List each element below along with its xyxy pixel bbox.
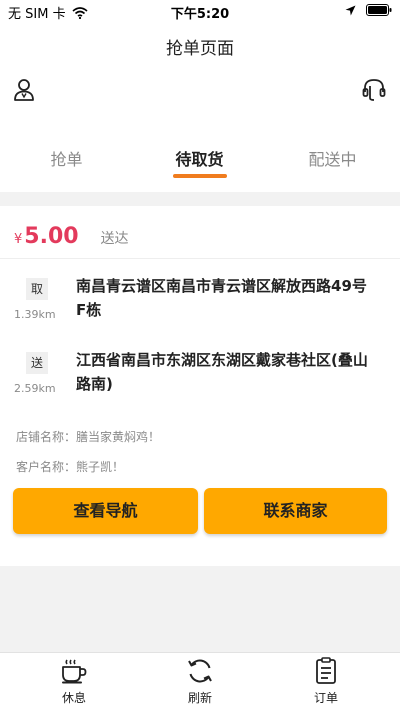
order-tabs: 抢单 待取货 配送中 <box>0 118 400 192</box>
tab-grab-order[interactable]: 抢单 <box>0 146 133 170</box>
divider <box>0 258 400 259</box>
contact-merchant-button[interactable]: 联系商家 <box>204 488 387 534</box>
bottom-tab-orders[interactable]: 订单 <box>296 657 356 706</box>
status-time: 下午5:20 <box>170 7 230 22</box>
header-icon-row <box>0 68 400 118</box>
user-icon <box>14 79 34 101</box>
view-navigation-button[interactable]: 查看导航 <box>13 488 198 534</box>
pickup-address: 南昌青云谱区南昌市青云谱区解放西路49号F栋 <box>76 277 367 319</box>
dropoff-address: 江西省南昌市东湖区东湖区戴家巷社区(叠山路南) <box>76 351 368 393</box>
battery-icon <box>366 4 392 16</box>
bottom-tab-rest-label: 休息 <box>61 691 86 705</box>
bottom-tab-rest[interactable]: 休息 <box>44 657 104 706</box>
bottom-tab-refresh[interactable]: 刷新 <box>170 657 230 706</box>
currency-symbol: ¥ <box>14 232 23 247</box>
coffee-cup-icon <box>62 659 87 684</box>
customer-name-line: 客户名称：熊子凯！ <box>16 460 125 474</box>
delivery-type: 送达 <box>100 231 129 247</box>
dropoff-tag: 送 <box>26 352 48 374</box>
order-list-icon <box>316 657 336 684</box>
refresh-icon <box>188 659 212 683</box>
status-bar: 无 SIM 卡 下午5:20 <box>0 0 400 22</box>
tab-pending-pickup[interactable]: 待取货 <box>133 146 266 170</box>
price-row: ¥ 5.00 送达 <box>14 224 129 249</box>
customer-service-button[interactable] <box>360 76 388 104</box>
order-card: ¥ 5.00 送达 取 1.39km 南昌青云谱区南昌市青云谱区解放西路49号F… <box>0 206 400 566</box>
bottom-tab-bar: 休息 刷新 订单 <box>0 652 400 710</box>
pickup-distance: 1.39km <box>14 308 56 321</box>
active-tab-indicator <box>173 174 227 178</box>
profile-button[interactable] <box>10 76 38 104</box>
order-price: 5.00 <box>24 224 79 249</box>
bottom-tab-refresh-label: 刷新 <box>187 691 212 705</box>
status-right <box>345 4 392 16</box>
pickup-tag: 取 <box>26 278 48 300</box>
page-title: 抢单页面 <box>166 39 234 59</box>
location-arrow-icon <box>345 5 356 15</box>
nav-bar: 抢单页面 <box>0 22 400 68</box>
shop-name-line: 店铺名称：膳当家黄焖鸡！ <box>16 430 161 444</box>
bottom-tab-orders-label: 订单 <box>313 691 338 705</box>
tab-delivering[interactable]: 配送中 <box>266 146 399 170</box>
dropoff-distance: 2.59km <box>14 382 56 395</box>
app-screen: 无 SIM 卡 下午5:20 抢单页面 抢单 待取货 配送中 ¥ 5.00 送达… <box>0 0 400 710</box>
customer-service-icon <box>362 79 386 101</box>
